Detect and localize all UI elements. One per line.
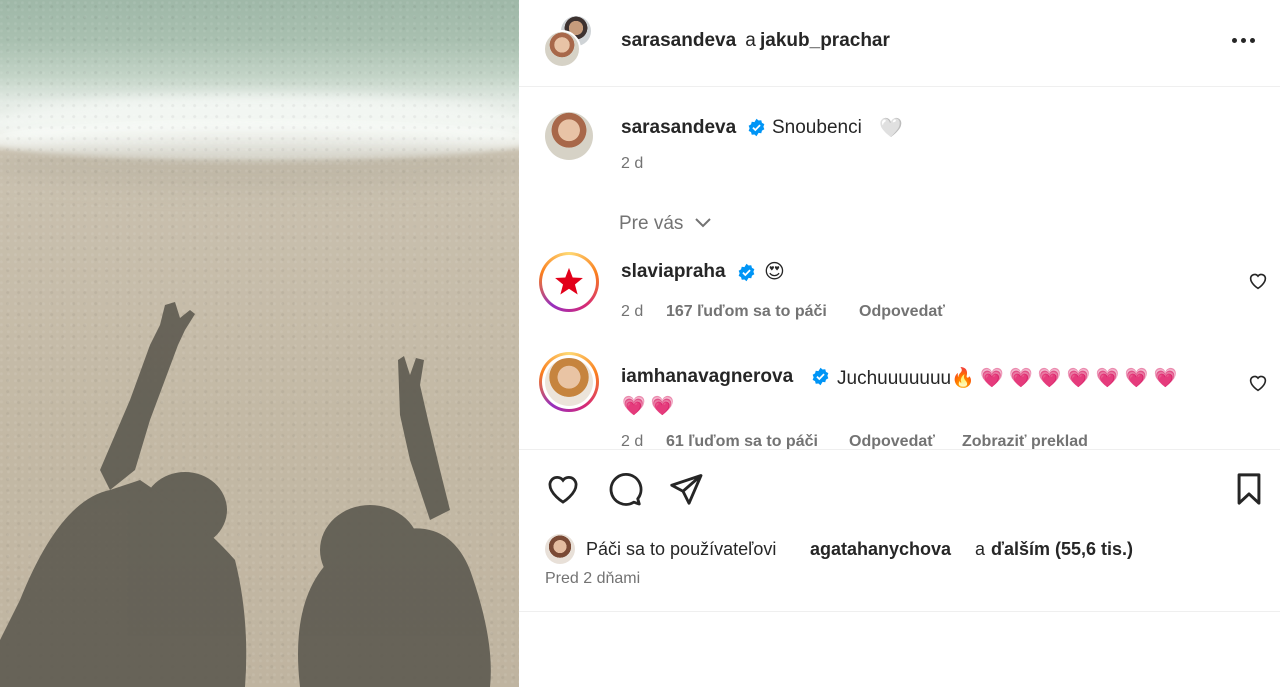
comment-likes[interactable]: 167 ľuďom sa to páči	[666, 303, 827, 321]
comment-like-heart-icon[interactable]	[1248, 374, 1268, 392]
caption-username[interactable]: sarasandeva	[621, 117, 736, 139]
header-divider	[519, 86, 1280, 87]
heart-icon[interactable]	[545, 473, 581, 505]
verified-badge-icon	[738, 263, 755, 282]
post-panel: sarasandeva a jakub_prachar sarasandeva …	[519, 0, 1280, 687]
header-separator: a	[740, 30, 762, 51]
comment-text-line1: Juchuuuuuuu🔥 💗 💗 💗 💗 💗 💗 💗	[837, 368, 1178, 389]
likes-user[interactable]: agatahanychova	[810, 539, 951, 560]
avatar-sara[interactable]	[543, 30, 581, 68]
caption-avatar[interactable]	[545, 112, 593, 160]
liker-avatar[interactable]	[545, 534, 575, 564]
header-user2[interactable]: jakub_prachar	[760, 30, 890, 52]
bottom-divider	[519, 611, 1280, 612]
actions-divider	[519, 449, 1280, 450]
comments-filter-label[interactable]: Pre vás	[619, 213, 683, 235]
header-user1[interactable]: sarasandeva	[621, 30, 736, 52]
hana-avatar[interactable]	[545, 358, 593, 406]
comment-time[interactable]: 2 d	[621, 303, 643, 321]
comment-reply-button[interactable]: Odpovedať	[859, 303, 945, 321]
slavia-star-icon	[555, 267, 583, 295]
shadow-figures	[0, 302, 491, 687]
verified-badge-icon	[748, 118, 765, 137]
likes-prefix: Páči sa to používateľovi	[586, 539, 777, 559]
bookmark-icon[interactable]	[1234, 472, 1264, 506]
comment-username[interactable]: slaviapraha	[621, 261, 726, 283]
send-icon[interactable]	[668, 471, 704, 507]
comment-text-line2: 💗 💗	[622, 396, 675, 417]
comment-like-heart-icon[interactable]	[1248, 272, 1268, 290]
slavia-avatar[interactable]	[545, 258, 593, 306]
caption-time[interactable]: 2 d	[621, 155, 643, 173]
post-photo[interactable]	[0, 0, 519, 687]
comment-icon[interactable]	[607, 471, 643, 507]
caption-emoji: 🤍	[879, 118, 903, 139]
verified-badge-icon	[812, 367, 829, 386]
caption-text: Snoubenci	[772, 117, 862, 138]
posted-time[interactable]: Pred 2 dňami	[545, 570, 640, 588]
more-horizontal-icon[interactable]	[1232, 38, 1255, 43]
comment-username[interactable]: iamhanavagnerova	[621, 366, 793, 388]
comment-text: 😍	[764, 261, 785, 283]
chevron-down-icon[interactable]	[694, 217, 712, 229]
likes-mid: a	[975, 539, 986, 559]
likes-others[interactable]: ďalším (55,6 tis.)	[991, 539, 1133, 560]
